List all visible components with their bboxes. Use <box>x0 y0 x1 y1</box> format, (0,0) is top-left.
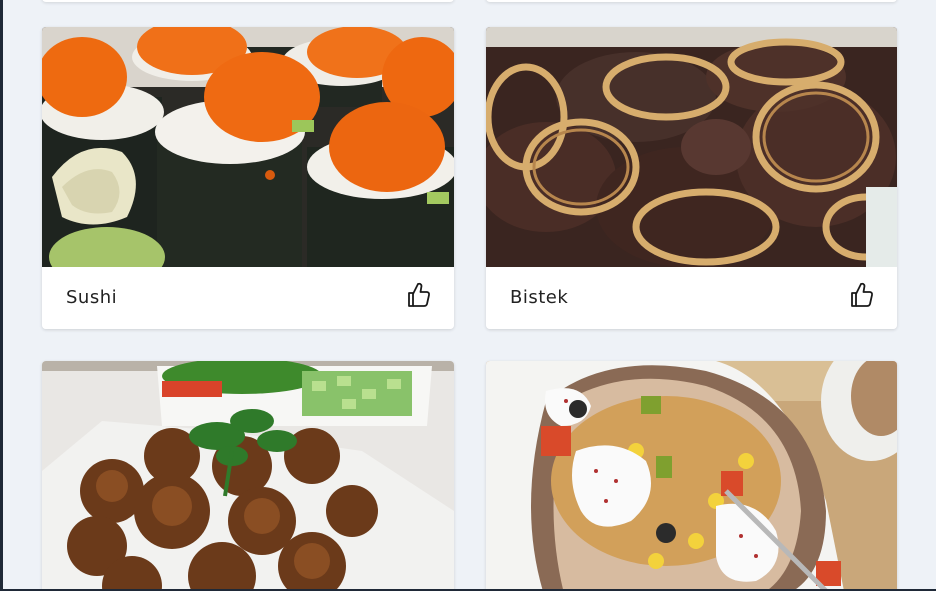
sushi-photo <box>42 27 454 267</box>
recipe-photo-bistek[interactable] <box>486 27 897 267</box>
window-edge <box>0 0 3 591</box>
recipe-photo-sushi[interactable] <box>42 27 454 267</box>
recipe-card-footer: Sushi <box>42 267 454 329</box>
recipe-card-sushi[interactable]: Sushi <box>42 27 454 329</box>
bistek-photo <box>486 27 897 267</box>
recipe-card-partial[interactable] <box>486 0 897 2</box>
thumbs-up-icon[interactable] <box>406 281 432 309</box>
recipe-card-partial[interactable] <box>42 0 454 2</box>
recipe-card-footer: Bistek <box>486 267 897 329</box>
recipe-grid-page: Sushi Bistek <box>0 0 936 591</box>
falafel-photo <box>42 361 454 591</box>
recipe-title[interactable]: Bistek <box>510 287 568 308</box>
recipe-title[interactable]: Sushi <box>66 287 117 308</box>
recipe-photo[interactable] <box>42 361 454 591</box>
recipe-card[interactable] <box>42 361 454 591</box>
recipe-photo[interactable] <box>486 361 897 591</box>
recipe-card-bistek[interactable]: Bistek <box>486 27 897 329</box>
thumbs-up-icon[interactable] <box>849 281 875 309</box>
stuffed-potato-photo <box>486 361 897 591</box>
recipe-card[interactable] <box>486 361 897 591</box>
